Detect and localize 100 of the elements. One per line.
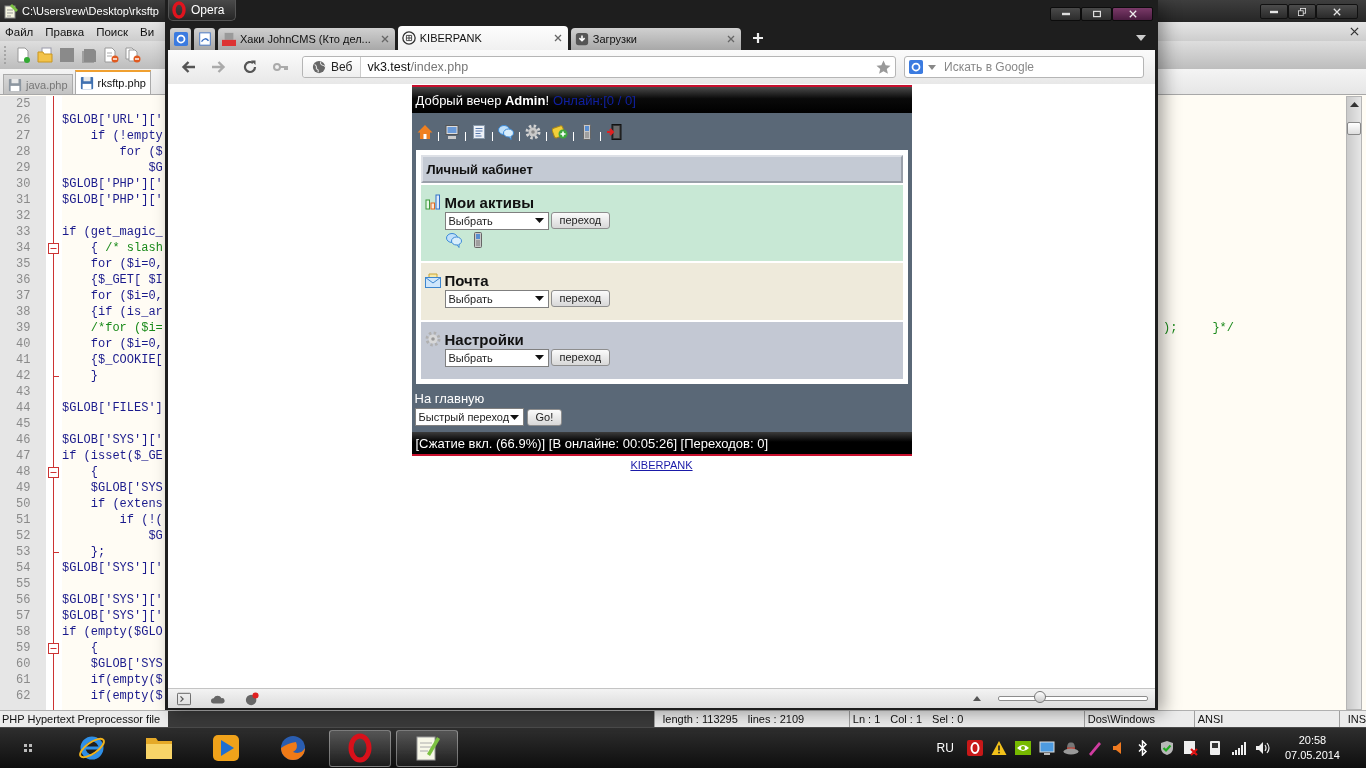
code-line: $GLOB['PHP'][' [62,176,163,192]
dropdown[interactable]: Выбрать [444,289,549,308]
restore-button[interactable] [1288,4,1316,19]
chat-icon[interactable] [445,231,462,248]
code-line: if (extens [89,496,163,512]
fold-margin[interactable] [46,96,62,710]
address-field[interactable]: Веб vk3.test/index.php [302,56,896,78]
search-field[interactable]: Искать в Google [904,56,1144,78]
code-line: $GLOB['SYS [89,480,163,496]
dropdown[interactable]: Выбрать [444,348,549,367]
menu-item[interactable]: Поиск [96,25,128,38]
line-number: 55 [16,577,31,591]
reload-icon[interactable] [242,59,258,75]
browser-menu-button[interactable]: Opera [168,0,236,21]
browser-tab[interactable]: Загрузки [570,28,741,50]
close-button[interactable] [1112,7,1153,21]
scroll-up-icon[interactable] [1349,102,1359,107]
line-number: 45 [16,417,31,431]
status-text: PHP Hypertext Preprocessor file [2,713,161,725]
monitor-icon[interactable] [443,123,460,140]
status-text: Ln : 1 [852,713,881,725]
fold-collapse-icon[interactable] [48,642,59,654]
status-text: INS [1347,713,1366,725]
back-arrow-icon[interactable] [180,59,196,75]
document-icon[interactable] [470,123,487,140]
menu-item[interactable]: Файл [5,25,34,38]
exit-door-icon[interactable] [605,123,622,140]
minimize-button[interactable] [1050,7,1081,21]
minimize-icon [1061,10,1070,18]
browser-tab[interactable]: Хаки JohnCMS (Кто дел... [218,28,395,50]
line-number: 54 [16,561,31,575]
panel-title: Личный кабинет [420,155,903,183]
scroll-thumb[interactable] [1347,122,1361,135]
clock[interactable]: 20:58 07.05.2014 [1280,733,1344,763]
plus-icon[interactable] [751,32,764,44]
new-file-icon[interactable] [15,47,31,63]
code-line: for ($ [118,144,163,160]
line-number: 59 [16,641,31,655]
window-title: C:\Users\rew\Desktop\rksftp [22,5,159,17]
dropdown[interactable]: Выбрать [444,211,549,230]
pinned-tab[interactable] [194,28,215,50]
ring-tile-icon[interactable] [966,740,983,756]
panel-toggle-icon[interactable] [177,691,191,706]
chat-icon[interactable] [497,123,514,140]
search-engine-icon [909,60,923,74]
go-button[interactable]: Go! [526,408,563,426]
signal-bars-icon[interactable] [1230,740,1247,756]
page-icon [197,32,212,46]
line-number: 26 [16,113,31,127]
badge-circle-icon[interactable] [245,691,259,706]
close-icon[interactable] [1350,27,1359,36]
close-all-icon[interactable] [125,47,141,63]
taskbar-button[interactable] [396,729,458,767]
slider-thumb[interactable] [1034,691,1047,703]
file-tab[interactable]: rksftp.php [74,70,151,94]
go-button[interactable]: переход [550,212,611,229]
star-icon[interactable] [876,59,891,75]
menu-item[interactable]: Ви [140,25,155,38]
close-icon [1128,10,1137,18]
line-number: 49 [16,481,31,495]
status-text: Dos\Windows [1087,713,1155,725]
cross-mark-icon[interactable] [1182,740,1199,756]
caret-up-icon[interactable] [973,696,981,701]
hat-icon[interactable] [1062,740,1079,756]
go-button[interactable]: переход [550,349,611,366]
browser-tab[interactable]: KIBERPANK [397,26,568,50]
line-number: 29 [16,161,31,175]
eye-logo-icon[interactable] [1014,740,1031,756]
caret-down-icon [534,218,544,223]
line-number: 30 [16,177,31,191]
close-file-icon[interactable] [103,47,119,63]
minimize-button[interactable] [1260,4,1288,19]
caret-down-icon [534,296,544,301]
status-text: ANSI [1197,713,1224,725]
pen-icon[interactable] [1086,740,1103,756]
home-icon[interactable] [416,123,433,140]
volume-icon[interactable] [1254,740,1271,756]
shield-check-icon[interactable] [1158,740,1175,756]
menu-item[interactable]: Правка [45,25,85,38]
maximize-icon [1092,10,1101,18]
line-number: 58 [16,625,31,639]
scrollbar[interactable] [1346,96,1362,710]
close-button[interactable] [1316,4,1358,19]
maximize-button[interactable] [1081,7,1112,21]
go-button[interactable]: переход [550,290,611,307]
monitor-icon[interactable] [1038,740,1055,756]
warning-icon[interactable] [990,740,1007,756]
coins-add-icon[interactable] [551,123,568,140]
home-link[interactable]: На главную [414,391,485,407]
site-info-button[interactable]: Веб [303,57,362,77]
fold-collapse-icon[interactable] [48,466,59,478]
dropdown[interactable]: Быстрый переход [414,408,524,426]
fold-collapse-icon[interactable] [48,242,59,254]
language-indicator[interactable]: RU [936,741,954,755]
line-number: 27 [16,129,31,143]
code-fragment: }*/ [1212,320,1234,336]
line-number: 61 [16,673,31,687]
site-link[interactable]: KIBERPANK [630,459,693,471]
gear-icon[interactable] [524,123,541,140]
pinned-tab[interactable] [170,28,191,50]
